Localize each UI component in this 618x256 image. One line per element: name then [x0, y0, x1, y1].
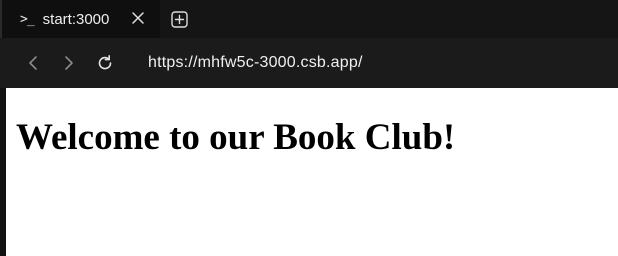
plus-square-icon	[170, 10, 188, 28]
terminal-prompt-icon: >_	[20, 11, 35, 27]
reload-icon	[98, 55, 112, 70]
chevron-left-icon	[29, 56, 37, 70]
new-tab-button[interactable]	[160, 0, 198, 38]
url-field[interactable]: https://mhfw5c-3000.csb.app/	[148, 54, 363, 72]
reload-button[interactable]	[94, 52, 116, 74]
page-heading: Welcome to our Book Club!	[16, 117, 456, 158]
tab-strip: >_ start:3000	[0, 0, 618, 38]
tab-accent	[0, 0, 2, 38]
chevron-right-icon	[65, 56, 73, 70]
page-viewport: Welcome to our Book Club!	[6, 88, 618, 256]
back-button[interactable]	[22, 52, 44, 74]
forward-button[interactable]	[58, 52, 80, 74]
browser-window: >_ start:3000 https://mhfw5c-3000.csb.ap…	[0, 0, 618, 256]
tab-label: start:3000	[42, 10, 110, 28]
navigation-bar: https://mhfw5c-3000.csb.app/	[0, 38, 618, 88]
tab-start-3000[interactable]: >_ start:3000	[0, 0, 160, 38]
close-icon[interactable]	[131, 11, 145, 25]
